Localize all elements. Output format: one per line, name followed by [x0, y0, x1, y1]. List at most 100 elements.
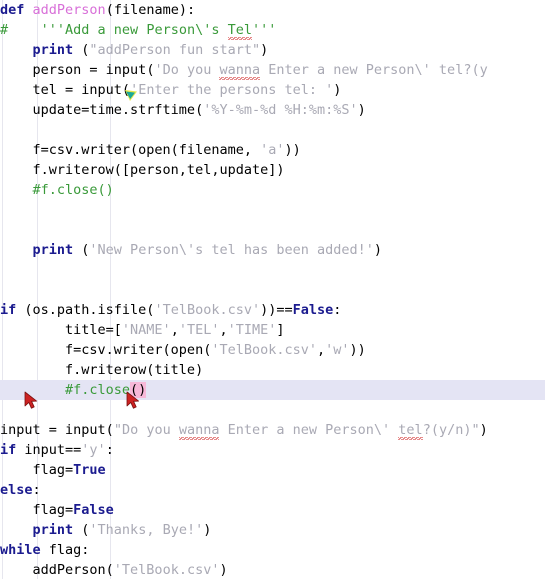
spellcheck-token: wanna — [219, 62, 261, 80]
code-token: ) — [333, 82, 342, 98]
code-token: f=csv.writer(open( — [0, 342, 212, 358]
code-token: flag: — [40, 542, 90, 558]
code-token: while — [0, 542, 41, 558]
code-line[interactable]: #f.close() — [0, 380, 545, 400]
code-token: 'w' — [325, 342, 350, 358]
code-token: addPerson — [32, 2, 106, 18]
code-token: ) — [219, 562, 228, 578]
code-token: : — [333, 302, 342, 318]
code-text-area[interactable]: def addPerson(filename): # '''Add a new P… — [0, 0, 545, 579]
code-token: , — [170, 322, 179, 338]
code-token: : — [32, 482, 41, 498]
code-token: ( — [73, 42, 90, 58]
code-token: 'TelBook.csv' — [154, 302, 261, 318]
code-line[interactable]: if (os.path.isfile('TelBook.csv'))==Fals… — [0, 300, 545, 320]
code-token: input — [65, 422, 106, 438]
code-token: ) — [357, 102, 366, 118]
code-line[interactable]: flag=False — [0, 500, 545, 520]
code-token: flag= — [0, 462, 74, 478]
code-token: 'TEL' — [178, 322, 220, 338]
code-token: tel = — [0, 82, 82, 98]
code-line[interactable]: person = input('Do you wanna Enter a new… — [0, 60, 545, 80]
code-token: input — [81, 82, 122, 98]
code-token: #f.close — [0, 382, 131, 398]
code-token: False — [292, 302, 334, 318]
code-line[interactable]: # '''Add a new Person\'s Tel''' — [0, 20, 545, 40]
code-token: Enter a new Person\' tel?(y — [260, 62, 488, 78]
code-token: #f.close() — [0, 182, 114, 198]
code-line[interactable] — [0, 260, 545, 280]
code-line[interactable]: print ('New Person\'s tel has been added… — [0, 240, 545, 260]
code-token: 'Thanks, Bye!' — [89, 522, 204, 538]
code-token: 'New Person\'s tel has been added!' — [89, 242, 374, 258]
code-token: ( — [121, 82, 131, 98]
code-token: ) — [260, 42, 269, 58]
code-line[interactable]: flag=True — [0, 460, 545, 480]
code-line[interactable]: if input=='y': — [0, 440, 545, 460]
code-token: ?(y/n)" — [422, 422, 480, 438]
code-line[interactable]: print ("addPerson fun start") — [0, 40, 545, 60]
code-token: print — [32, 522, 74, 538]
code-line[interactable] — [0, 400, 545, 420]
code-line[interactable]: else: — [0, 480, 545, 500]
code-token: else — [0, 482, 33, 498]
code-token: )) — [349, 342, 366, 358]
code-token: ] — [276, 322, 285, 338]
code-line[interactable] — [0, 120, 545, 140]
code-token: : — [105, 442, 114, 458]
code-token: input — [105, 62, 147, 78]
code-token: False — [73, 502, 114, 518]
code-token: if — [0, 302, 17, 318]
code-token: 'a' — [260, 142, 285, 158]
code-token: 'TIME' — [227, 322, 277, 338]
code-token: 'y' — [81, 442, 106, 458]
code-line[interactable]: def addPerson(filename): — [0, 0, 545, 20]
code-line[interactable]: f.writerow(title) — [0, 360, 545, 380]
code-token: input = — [0, 422, 66, 438]
code-token: '''Add a new Person\'s — [40, 22, 228, 38]
code-line[interactable]: tel = input('Enter the persons tel: ') — [0, 80, 545, 100]
code-token: addPerson( — [0, 562, 114, 578]
code-line[interactable]: input = input("Do you wanna Enter a new … — [0, 420, 545, 440]
code-token: print — [32, 242, 74, 258]
code-line[interactable]: addPerson('TelBook.csv') — [0, 560, 545, 579]
code-editor-viewport[interactable]: def addPerson(filename): # '''Add a new P… — [0, 0, 545, 579]
code-line[interactable]: update=time.strftime('%Y-%m-%d %H:%m:%S'… — [0, 100, 545, 120]
code-token: update=time.strftime( — [0, 102, 204, 118]
code-token: print — [32, 42, 74, 58]
spellcheck-token: tel — [398, 422, 424, 440]
code-line[interactable]: f.writerow([person,tel,update]) — [0, 160, 545, 180]
code-token: '%Y-%m-%d %H:%m:%S' — [203, 102, 358, 118]
code-line[interactable]: while flag: — [0, 540, 545, 560]
code-token: ) — [203, 522, 212, 538]
code-token: ) — [479, 422, 488, 438]
code-line[interactable] — [0, 200, 545, 220]
code-line[interactable]: f=csv.writer(open(filename, 'a')) — [0, 140, 545, 160]
code-token: Enter a new Person\' — [219, 422, 399, 438]
code-token: person = — [0, 62, 106, 78]
code-token: def — [0, 2, 25, 18]
code-token: () — [130, 382, 147, 398]
code-token: title=[ — [0, 322, 122, 338]
code-token: 'Enter the persons tel: ' — [130, 82, 334, 98]
spellcheck-token: Tel — [227, 22, 253, 40]
code-line[interactable] — [0, 280, 545, 300]
code-line[interactable]: print ('Thanks, Bye!') — [0, 520, 545, 540]
code-token: f.writerow([person,tel,update]) — [0, 162, 285, 178]
code-line[interactable] — [0, 220, 545, 240]
code-token: True — [73, 462, 106, 478]
code-token: 'TelBook.csv' — [211, 342, 317, 358]
code-line[interactable]: f=csv.writer(open('TelBook.csv','w')) — [0, 340, 545, 360]
spellcheck-token: wanna — [178, 422, 220, 440]
code-token: ))== — [260, 302, 293, 318]
code-token: if — [0, 442, 17, 458]
code-token: 'TelBook.csv' — [113, 562, 220, 578]
code-line[interactable]: title=['NAME','TEL','TIME'] — [0, 320, 545, 340]
code-line[interactable]: #f.close() — [0, 180, 545, 200]
code-token: ( — [73, 242, 90, 258]
